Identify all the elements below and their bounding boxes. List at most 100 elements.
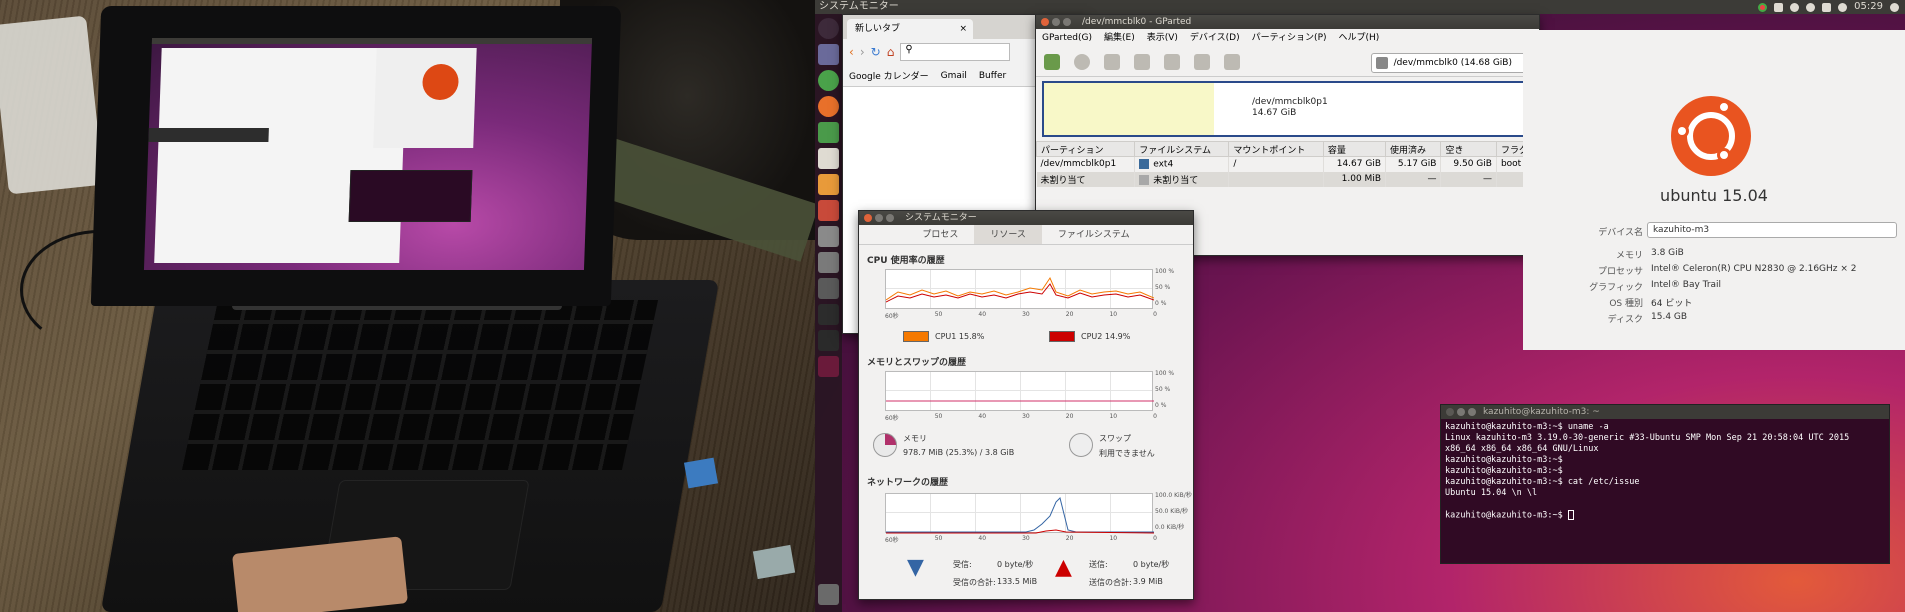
tab-new-tab[interactable]: 新しいタブ × [847,19,973,39]
menu-device[interactable]: デバイス(D) [1190,29,1240,47]
maximize-button[interactable] [886,214,894,222]
writer-icon[interactable] [818,148,839,169]
table-header: パーティション ファイルシステム マウントポイント 容量 使用済み 空き フラグ [1036,141,1539,157]
column-used[interactable]: 使用済み [1384,141,1442,157]
launcher [815,14,842,612]
upload-arrow-icon[interactable]: ▲ [1055,557,1072,579]
menu-partition[interactable]: パーティション(P) [1252,29,1327,47]
sysmon-titlebar: システムモニター [859,211,1193,225]
window-controls [864,214,894,222]
close-icon[interactable]: × [959,19,967,39]
column-free[interactable]: 空き [1440,141,1497,157]
column-size[interactable]: 容量 [1322,141,1387,157]
memory-axis: 100 % 50 % 0 % [1155,370,1174,409]
menu-edit[interactable]: 編集(E) [1104,29,1135,47]
volume-icon[interactable] [1838,2,1848,12]
partition-map[interactable]: /dev/mmcblk0p1 14.67 GiB [1042,81,1533,137]
firefox-icon[interactable] [818,96,839,117]
terminal-prompt[interactable]: kazuhito@kazuhito-m3:~$ [1445,510,1885,522]
column-filesystem[interactable]: ファイルシステム [1134,141,1230,157]
home-icon[interactable]: ⌂ [887,45,895,59]
back-icon[interactable]: ‹ [849,45,854,59]
column-partition[interactable]: パーティション [1036,141,1136,157]
paper-bag [0,15,104,195]
download-arrow-icon[interactable]: ▼ [907,557,924,579]
battery-icon[interactable] [1822,2,1832,12]
window-controls [1041,18,1071,26]
minimize-button[interactable] [1052,18,1060,26]
gparted-icon[interactable] [818,252,839,273]
copy-icon[interactable] [1134,53,1150,70]
memory-value: 978.7 MiB (25.3%) / 3.8 GiB [903,448,1015,457]
screen-toolbar [148,128,269,142]
partition-table: パーティション ファイルシステム マウントポイント 容量 使用済み 空き フラグ… [1036,141,1539,187]
maximize-button[interactable] [1063,18,1071,26]
screen-topbar [151,38,593,44]
wifi-icon[interactable] [1806,2,1816,12]
close-button[interactable] [1041,18,1049,26]
device-name-input[interactable]: kazuhito-m3 [1647,222,1897,238]
tab-resources[interactable]: リソース [974,225,1042,244]
close-button[interactable] [864,214,872,222]
address-bar[interactable]: ⚲ [900,43,1011,61]
bookmark-buffer[interactable]: Buffer [979,71,1006,81]
device-selector[interactable]: /dev/mmcblk0 (14.68 GiB) [1370,53,1531,73]
tick-label: 10 [1109,535,1118,542]
close-button[interactable] [1446,408,1454,416]
keyboard-indicator-icon[interactable] [1774,2,1784,12]
text-cursor [1567,510,1574,520]
files-icon[interactable] [818,44,839,65]
resize-icon[interactable] [1104,53,1120,70]
column-mountpoint[interactable]: マウントポイント [1228,141,1324,157]
maximize-button[interactable] [1468,408,1476,416]
cpu1-color-button[interactable] [903,331,929,342]
swap-pie-icon[interactable] [1069,433,1093,457]
terminal-line: kazuhito@kazuhito-m3:~$ [1445,455,1563,465]
settings-icon[interactable] [818,226,839,247]
clock[interactable]: 05:29 [1854,0,1883,14]
tab-filesystems[interactable]: ファイルシステム [1042,225,1146,244]
paste-icon[interactable] [1164,53,1180,70]
memory-pie-icon[interactable] [873,433,897,457]
cpu2-color-button[interactable] [1049,331,1075,342]
partition-map-label: /dev/mmcblk0p1 14.67 GiB [1252,97,1328,119]
bookmark-google-calendar[interactable]: Google カレンダー [849,69,929,82]
calc-icon[interactable] [818,122,839,143]
minimize-button[interactable] [1457,408,1465,416]
terminal-icon[interactable] [818,330,839,351]
apply-icon[interactable] [1224,53,1240,70]
tick-label: 100 % [1155,370,1175,377]
screen-terminal [348,170,473,222]
workspace-icon[interactable] [818,356,839,377]
impress-icon[interactable] [818,174,839,195]
terminal-window[interactable]: kazuhito@kazuhito-m3: ~ kazuhito@kazuhit… [1440,404,1890,564]
chrome-indicator-icon[interactable] [1758,2,1768,12]
disks-icon[interactable] [818,278,839,299]
undo-icon[interactable] [1194,53,1210,70]
reload-icon[interactable]: ↻ [871,45,881,59]
system-monitor-icon[interactable] [818,304,839,325]
gear-icon[interactable] [1890,2,1899,12]
bookmark-gmail[interactable]: Gmail [941,71,967,81]
menu-gparted[interactable]: GParted(G) [1042,29,1092,47]
terminal-line: kazuhito@kazuhito-m3:~$ [1445,510,1568,521]
network-axis: 100.0 KiB/秒 50.0 KiB/秒 0.0 KiB/秒 [1155,492,1192,531]
tick-label: 40 [978,413,987,420]
sysmon-tabs: プロセス リソース ファイルシステム [859,225,1193,245]
dash-icon[interactable] [818,18,839,39]
chrome-icon[interactable] [818,70,839,91]
minimize-button[interactable] [875,214,883,222]
tick-label: 40 [978,535,987,542]
menu-view[interactable]: 表示(V) [1147,29,1178,47]
software-center-icon[interactable] [818,200,839,221]
new-partition-icon[interactable] [1044,53,1060,70]
cpu1-label: CPU1 15.8% [935,332,985,341]
table-row[interactable]: 未割り当て 未割り当て 1.00 MiB — — [1036,171,1539,187]
menu-help[interactable]: ヘルプ(H) [1339,29,1380,47]
tab-processes[interactable]: プロセス [906,225,974,244]
bluetooth-icon[interactable] [1790,2,1800,12]
trash-icon[interactable] [818,584,839,605]
forward-icon[interactable]: › [860,45,865,59]
table-row[interactable]: /dev/mmcblk0p1 ext4 / 14.67 GiB 5.17 GiB… [1036,156,1539,172]
delete-icon[interactable] [1074,53,1090,70]
